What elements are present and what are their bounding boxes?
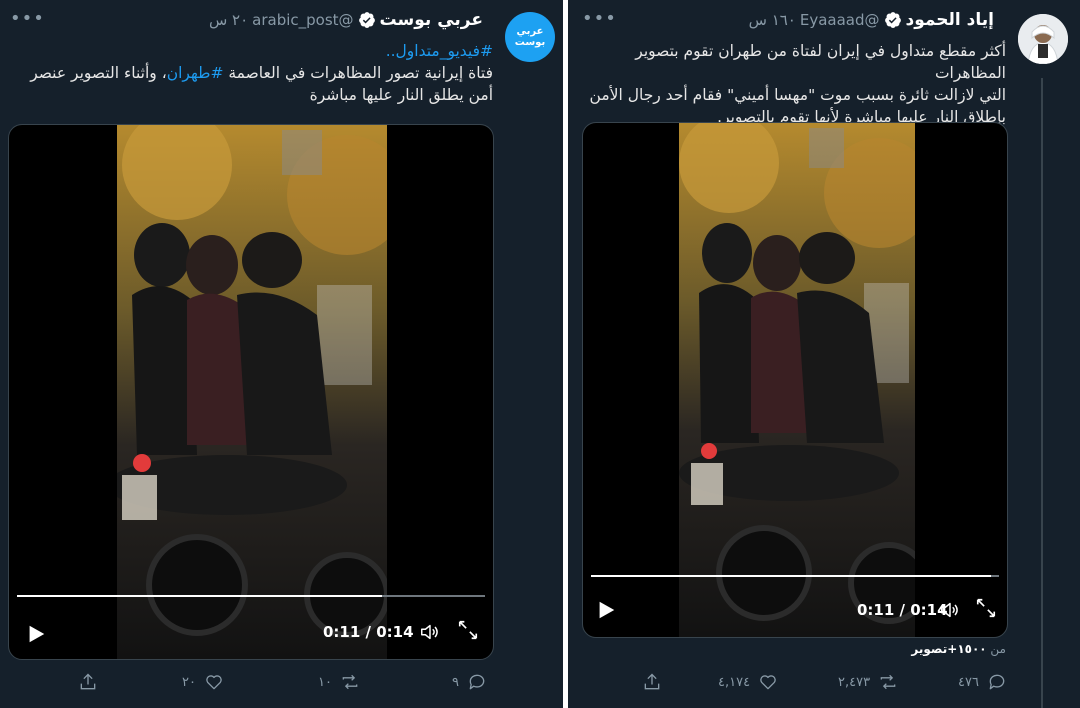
like-button[interactable]: ٤,١٧٤ <box>718 672 778 692</box>
tweet-text: أكثر مقطع متداول في إيران لفتاة من طهران… <box>576 40 1006 128</box>
reply-button[interactable]: ٤٧٦ <box>958 672 1007 692</box>
retweet-icon <box>880 674 896 690</box>
volume-icon[interactable] <box>419 621 441 643</box>
video-progress-bar[interactable] <box>17 595 485 597</box>
author-name[interactable]: إياد الحمود <box>906 10 994 30</box>
reply-button[interactable]: ٩ <box>452 672 487 692</box>
like-count: ٤,١٧٤ <box>718 674 751 690</box>
reply-icon <box>989 674 1005 690</box>
verified-badge-icon <box>358 12 375 28</box>
video-progress-fill <box>591 575 991 577</box>
video-player[interactable]: 0:11 / 0:14 <box>8 124 494 660</box>
retweet-count: ٢,٤٧٣ <box>838 674 871 690</box>
share-icon <box>644 673 660 690</box>
like-icon <box>206 675 222 690</box>
author-avatar[interactable]: عربي بوست <box>505 12 555 62</box>
volume-icon[interactable] <box>939 599 961 621</box>
share-button[interactable] <box>78 672 98 692</box>
like-icon <box>760 675 776 690</box>
author-name[interactable]: عربي بوست <box>380 10 483 30</box>
media-source-label: من ١٥٠٠+تصوير <box>911 642 1006 656</box>
avatar-logo-text: عربي بوست <box>514 26 546 48</box>
tweet-text-line: أمن يطلق النار عليها مباشرة <box>309 86 493 104</box>
tweet-timestamp[interactable]: ٢٠ س <box>209 11 248 29</box>
source-prefix: من <box>986 642 1006 656</box>
tweet-text-part: ، وأثناء التصوير عنصر <box>30 64 167 82</box>
retweet-button[interactable]: ١٠ <box>318 672 360 692</box>
fullscreen-icon[interactable] <box>975 597 997 619</box>
retweet-button[interactable]: ٢,٤٧٣ <box>838 672 898 692</box>
more-options-icon[interactable]: ••• <box>582 8 617 29</box>
tweet-text-line: التي لازالت ثائرة بسبب موت "مهسا أميني" … <box>589 86 1006 104</box>
tweet-card-eyaaaad[interactable]: ••• إياد الحمود @Eyaaaad ١٦٠ س أكثر مقطع… <box>568 0 1080 708</box>
author-avatar[interactable] <box>1018 14 1068 64</box>
play-icon[interactable] <box>25 623 47 645</box>
video-progress-fill <box>17 595 383 597</box>
hashtag-link-tehran[interactable]: #طهران <box>167 64 224 82</box>
tweet-text-part: فتاة إيرانية تصور المظاهرات في العاصمة <box>223 64 493 82</box>
reply-count: ٩ <box>452 674 459 690</box>
tweet-text-line: أكثر مقطع متداول في إيران لفتاة من طهران… <box>635 42 1006 82</box>
verified-badge-icon <box>884 12 901 28</box>
share-button[interactable] <box>642 672 662 692</box>
tweet-header: إياد الحمود @Eyaaaad ١٦٠ س <box>749 10 994 30</box>
like-count: ٢٠ <box>182 674 196 690</box>
hashtag-link-video[interactable]: #فيديو_متداول.. <box>386 42 493 60</box>
author-handle[interactable]: @Eyaaaad <box>800 11 880 29</box>
fullscreen-icon[interactable] <box>457 619 479 641</box>
tweet-card-arabic-post[interactable]: ••• عربي بوست @arabic_post ٢٠ س عربي بوس… <box>0 0 563 708</box>
more-options-icon[interactable]: ••• <box>10 8 45 29</box>
author-handle[interactable]: @arabic_post <box>252 11 353 29</box>
video-frame[interactable] <box>679 123 915 637</box>
reply-icon <box>469 674 485 690</box>
video-progress-bar[interactable] <box>591 575 999 577</box>
tweet-timestamp[interactable]: ١٦٠ س <box>749 11 796 29</box>
like-button[interactable]: ٢٠ <box>182 672 224 692</box>
tweet-text: #فيديو_متداول.. فتاة إيرانية تصور المظاه… <box>13 40 493 106</box>
reply-count: ٤٧٦ <box>958 674 979 690</box>
retweet-icon <box>342 674 358 690</box>
retweet-count: ١٠ <box>318 674 332 690</box>
video-player[interactable]: 0:11 / 0:14 <box>582 122 1008 638</box>
video-time: 0:11 / 0:14 <box>323 623 414 641</box>
play-icon[interactable] <box>595 599 617 621</box>
tweet-header: عربي بوست @arabic_post ٢٠ س <box>209 10 483 30</box>
tweet-actions: ٤,١٧٤ ٢,٤٧٣ ٤٧٦ <box>568 672 1080 702</box>
source-link[interactable]: ١٥٠٠+تصوير <box>911 642 986 656</box>
avatar-portrait <box>1018 14 1068 64</box>
video-frame[interactable] <box>117 125 387 659</box>
video-time: 0:11 / 0:14 <box>857 601 948 619</box>
share-icon <box>80 673 96 690</box>
thread-connector-line <box>1041 78 1043 708</box>
tweet-actions: ٢٠ ١٠ ٩ <box>0 672 563 702</box>
